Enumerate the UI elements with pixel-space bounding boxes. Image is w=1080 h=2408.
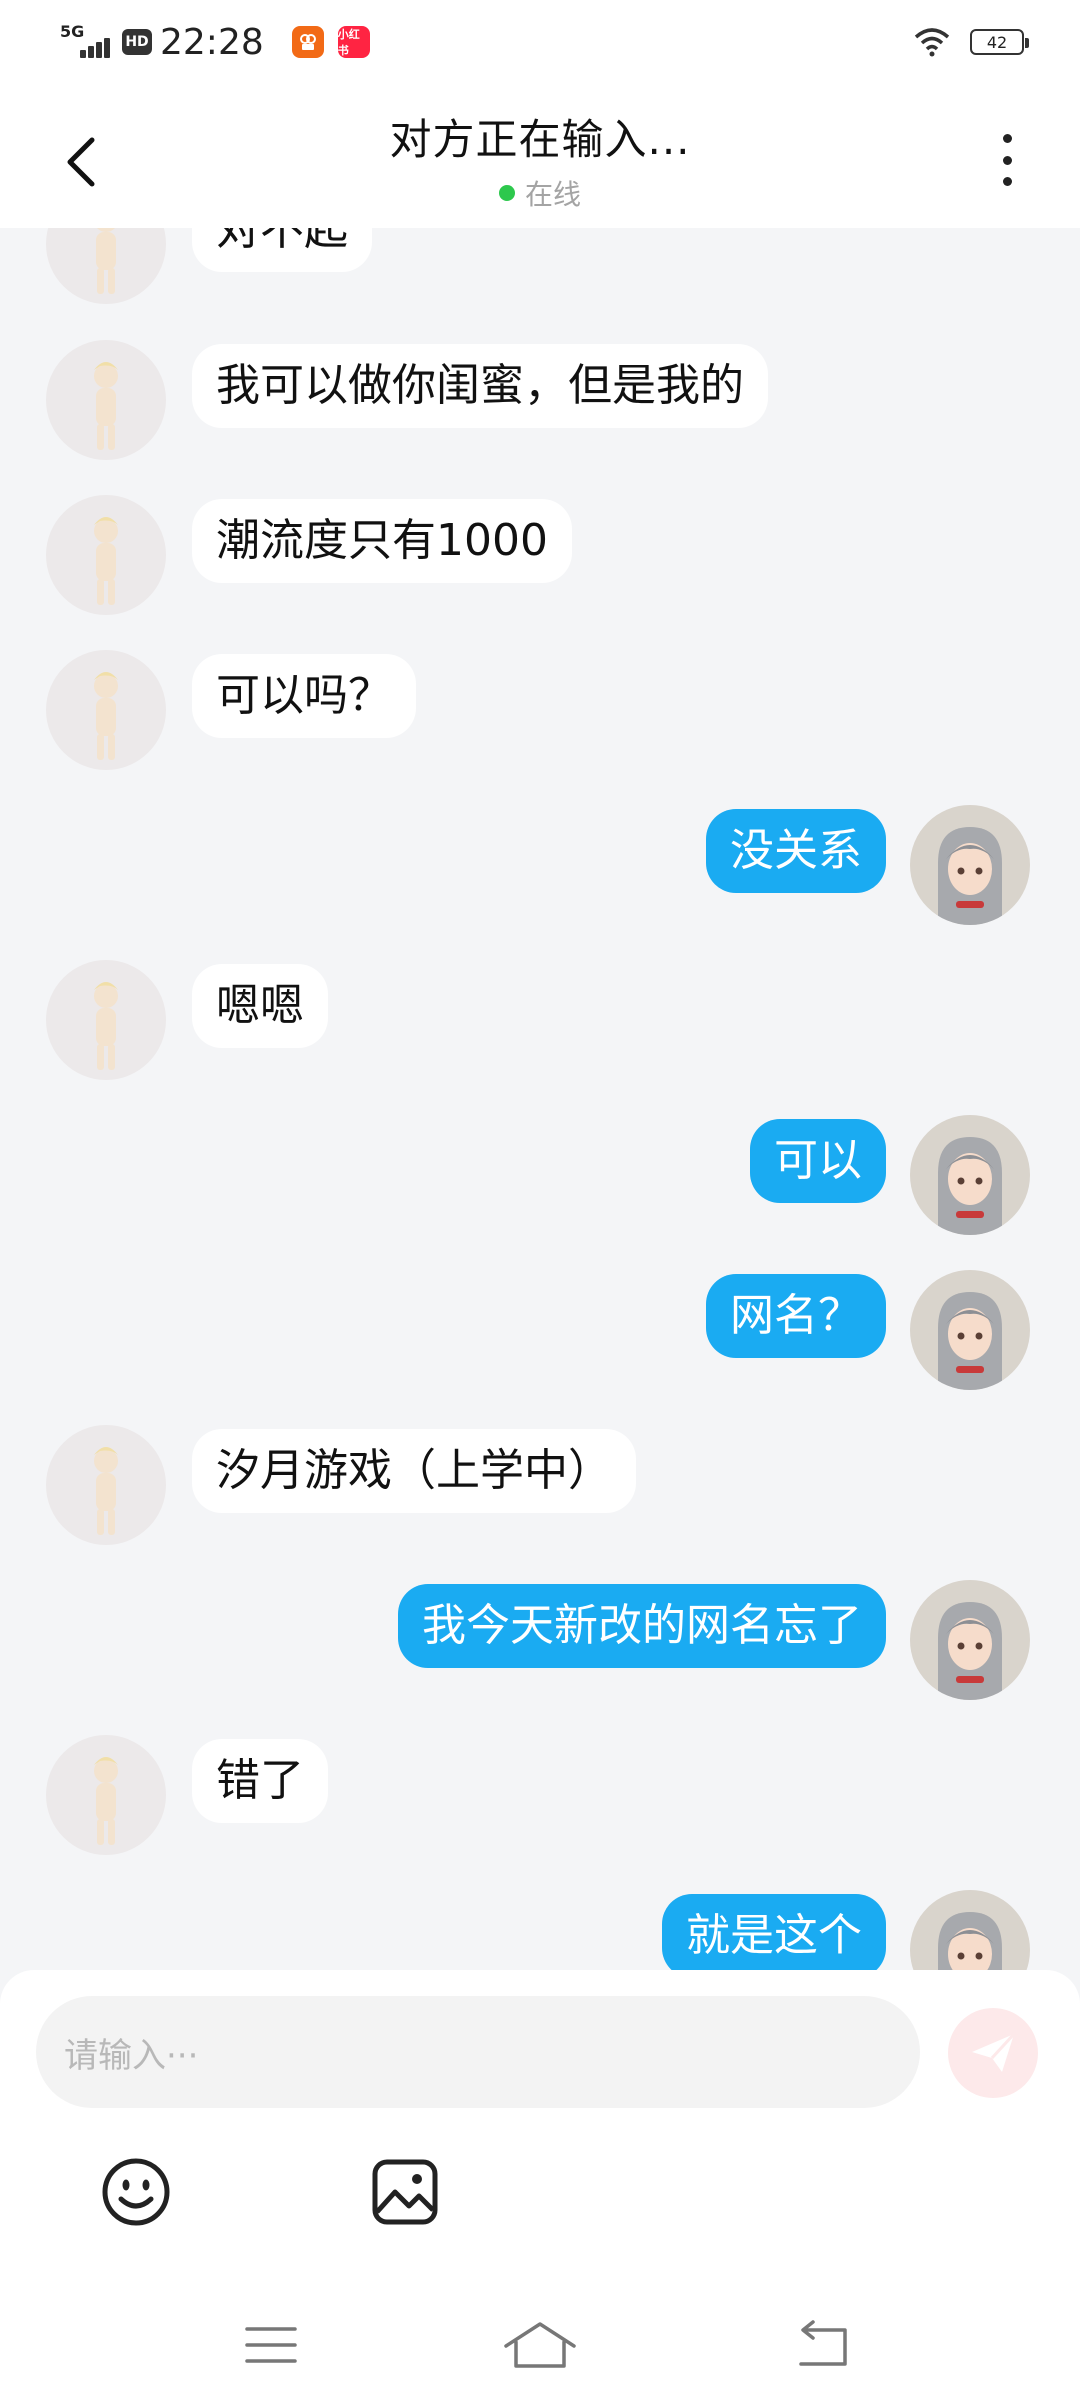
- message-list: 对不起 我可以做你闺蜜，但是我的 潮流度只有1000 可以吗？ 没关系 嗯嗯 可…: [0, 228, 1080, 1970]
- status-bar: 5G HD 22:28 小红书 42: [0, 0, 1080, 84]
- message-row: 错了: [0, 1735, 1080, 1855]
- user-avatar[interactable]: [910, 1270, 1030, 1390]
- message-row: 可以: [0, 1115, 1080, 1235]
- contact-avatar[interactable]: [46, 960, 166, 1080]
- emoji-button[interactable]: [96, 2152, 176, 2232]
- contact-avatar[interactable]: [46, 1425, 166, 1545]
- menu-button[interactable]: [216, 2310, 326, 2380]
- online-dot-icon: [498, 185, 515, 201]
- network-type: 5G: [60, 22, 85, 41]
- message-row: 可以吗？: [0, 650, 1080, 770]
- message-row: 没关系: [0, 805, 1080, 925]
- message-bubble[interactable]: 没关系: [706, 809, 886, 893]
- message-input[interactable]: 请输入···: [36, 1996, 920, 2108]
- contact-avatar[interactable]: [46, 340, 166, 460]
- image-icon: [372, 2159, 438, 2225]
- cellular-signal-icon: 5G: [60, 22, 112, 62]
- contact-avatar[interactable]: [46, 228, 166, 304]
- message-bubble[interactable]: 我可以做你闺蜜，但是我的: [192, 344, 768, 428]
- message-row: 我今天新改的网名忘了: [0, 1580, 1080, 1700]
- user-avatar[interactable]: [910, 805, 1030, 925]
- message-row: 嗯嗯: [0, 960, 1080, 1080]
- clock: 22:28: [160, 21, 264, 63]
- message-bubble[interactable]: 汐月游戏（上学中）: [192, 1429, 636, 1513]
- message-row: 就是这个: [0, 1890, 1080, 1970]
- user-avatar[interactable]: [910, 1115, 1030, 1235]
- message-bubble[interactable]: 就是这个: [662, 1894, 886, 1970]
- online-status: 在线: [0, 173, 1080, 213]
- home-icon: [504, 2322, 576, 2368]
- contact-avatar[interactable]: [46, 650, 166, 770]
- message-bubble[interactable]: 潮流度只有1000: [192, 499, 572, 583]
- orange-app-icon: [291, 26, 324, 58]
- message-bubble[interactable]: 对不起: [192, 228, 372, 272]
- emoji-icon: [102, 2158, 170, 2226]
- message-bubble[interactable]: 错了: [192, 1739, 328, 1823]
- page-title: 对方正在输入...: [389, 115, 691, 164]
- message-bubble[interactable]: 可以: [750, 1119, 886, 1203]
- message-bubble[interactable]: 可以吗？: [192, 654, 416, 738]
- image-button[interactable]: [365, 2152, 445, 2232]
- contact-avatar[interactable]: [46, 495, 166, 615]
- paper-plane-icon: [972, 2032, 1016, 2072]
- message-row: 汐月游戏（上学中）: [0, 1425, 1080, 1545]
- more-options-button[interactable]: [992, 128, 1022, 192]
- input-placeholder: 请输入···: [64, 2035, 199, 2076]
- send-button[interactable]: [948, 2008, 1038, 2098]
- back-icon: [799, 2320, 847, 2366]
- red-app-icon: 小红书: [337, 26, 370, 58]
- online-status-label: 在线: [524, 178, 581, 211]
- message-row: 我可以做你闺蜜，但是我的: [0, 340, 1080, 460]
- home-button[interactable]: [485, 2310, 595, 2380]
- wifi-icon: [914, 28, 950, 57]
- message-row: 对不起: [0, 228, 1080, 304]
- message-row: 网名？: [0, 1270, 1080, 1390]
- user-avatar[interactable]: [910, 1890, 1030, 1970]
- hd-icon: HD: [122, 29, 152, 55]
- message-bubble[interactable]: 嗯嗯: [192, 964, 328, 1048]
- chat-header: 对方正在输入... 在线: [0, 84, 1080, 228]
- back-nav-button[interactable]: [768, 2310, 878, 2380]
- user-avatar[interactable]: [910, 1580, 1030, 1700]
- battery-icon: 42: [970, 29, 1029, 55]
- system-navigation-bar: [0, 2290, 1080, 2408]
- message-bubble[interactable]: 我今天新改的网名忘了: [398, 1584, 886, 1668]
- contact-avatar[interactable]: [46, 1735, 166, 1855]
- menu-icon: [245, 2327, 297, 2363]
- message-row: 潮流度只有1000: [0, 495, 1080, 615]
- message-bubble[interactable]: 网名？: [706, 1274, 886, 1358]
